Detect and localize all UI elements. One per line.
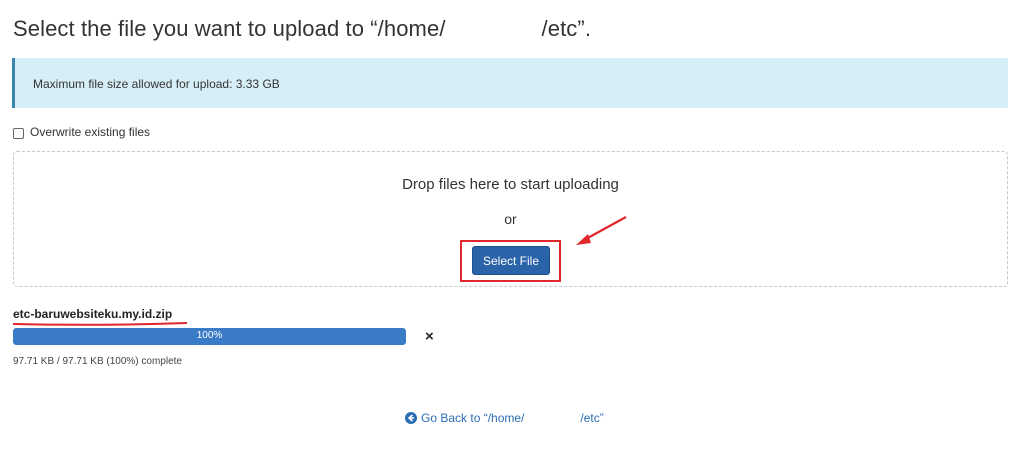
- annotation-arrow-icon: [576, 216, 627, 245]
- page-title: Select the file you want to upload to “/…: [13, 16, 591, 42]
- page-title-prefix: Select the file you want to upload to “/…: [13, 16, 446, 41]
- overwrite-label: Overwrite existing files: [30, 125, 151, 139]
- go-back-link[interactable]: Go Back to “/home/ /etc”: [405, 411, 604, 425]
- select-file-button[interactable]: Select File: [472, 246, 550, 275]
- upload-progress-label: 100%: [196, 330, 223, 341]
- overwrite-option[interactable]: Overwrite existing files: [13, 125, 150, 139]
- max-size-alert: Maximum file size allowed for upload: 3.…: [12, 58, 1008, 108]
- annotation-underline: [12, 322, 188, 326]
- upload-progress-bar: 100%: [13, 328, 406, 345]
- go-back-suffix: /etc”: [580, 411, 604, 425]
- arrow-left-circle-icon: [405, 412, 417, 424]
- max-size-text: Maximum file size allowed for upload: 3.…: [33, 77, 280, 91]
- upload-status-text: 97.71 KB / 97.71 KB (100%) complete: [13, 356, 182, 367]
- or-separator: or: [504, 211, 517, 227]
- cancel-upload-icon[interactable]: ×: [425, 328, 434, 345]
- uploaded-file-name: etc-baruwebsiteku.my.id.zip: [13, 307, 173, 321]
- go-back-prefix: Go Back to “/home/: [421, 411, 525, 425]
- file-dropzone[interactable]: Drop files here to start uploading or Se…: [13, 151, 1008, 287]
- overwrite-checkbox[interactable]: [13, 127, 24, 139]
- drop-instruction: Drop files here to start uploading: [402, 176, 619, 193]
- upload-page: Select the file you want to upload to “/…: [0, 0, 1024, 461]
- page-title-suffix: /etc”.: [541, 16, 592, 41]
